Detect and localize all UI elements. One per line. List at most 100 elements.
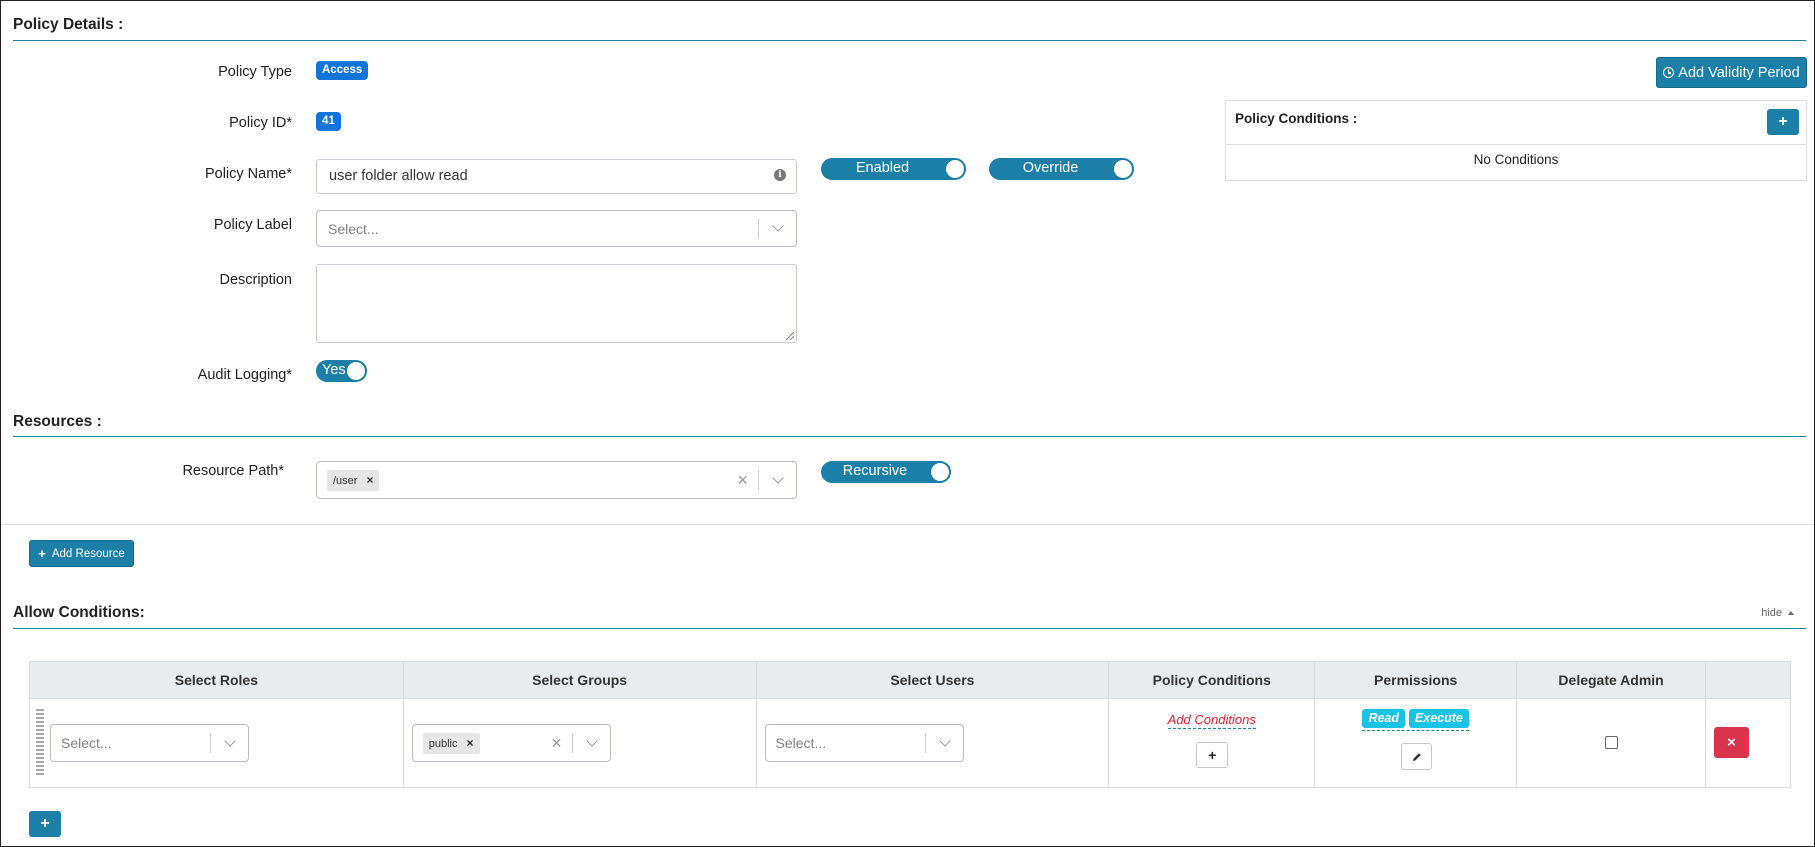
delete-row-button[interactable]: × <box>1714 727 1750 758</box>
add-validity-period-button[interactable]: Add Validity Period <box>1656 57 1807 88</box>
select-separator <box>571 733 573 753</box>
plus-icon: + <box>1208 747 1217 763</box>
add-policy-condition-button[interactable]: + <box>1767 109 1799 135</box>
users-placeholder: Select... <box>775 735 827 751</box>
policy-conditions-panel: Policy Conditions : + No Conditions <box>1225 100 1807 181</box>
enabled-toggle[interactable]: Enabled <box>821 158 966 180</box>
select-separator <box>210 733 211 753</box>
edit-permissions-button[interactable] <box>1401 743 1433 770</box>
column-header-roles: Select Roles <box>29 661 404 699</box>
add-validity-period-label: Add Validity Period <box>1678 64 1800 81</box>
policy-type-label: Policy Type <box>218 64 292 80</box>
column-header-policy-conditions: Policy Conditions <box>1108 661 1316 699</box>
allow-conditions-divider <box>13 628 1806 629</box>
enabled-toggle-label: Enabled <box>855 160 910 176</box>
delegate-admin-cell <box>1516 698 1707 788</box>
add-condition-button[interactable]: + <box>1196 742 1229 768</box>
allow-conditions-table: Select Roles Select Groups Select Users … <box>29 661 1791 788</box>
no-conditions-text: No Conditions <box>1473 152 1559 167</box>
clear-icon[interactable]: × <box>551 734 562 752</box>
group-chip-label: public <box>428 738 458 750</box>
override-toggle-label: Override <box>1022 160 1079 176</box>
resources-bottom-divider <box>1 524 1814 525</box>
chevron-down-icon[interactable] <box>772 220 784 232</box>
audit-logging-toggle[interactable]: Yes <box>316 360 367 382</box>
table-row: Select... public × × Select... Add Condi… <box>29 698 1791 788</box>
times-icon: × <box>1727 734 1736 751</box>
groups-cell: public × × <box>402 698 757 788</box>
chevron-down-icon[interactable] <box>772 472 784 484</box>
add-row-button[interactable]: + <box>29 811 61 837</box>
times-icon[interactable]: × <box>366 473 373 487</box>
column-header-delegate-admin: Delegate Admin <box>1516 661 1707 699</box>
toggle-knob <box>1114 160 1132 178</box>
audit-logging-toggle-label: Yes <box>322 362 346 378</box>
info-circle-icon: i <box>774 169 786 181</box>
delegate-admin-checkbox[interactable] <box>1604 735 1618 749</box>
groups-select[interactable]: public × × <box>411 724 611 762</box>
chevron-down-icon[interactable] <box>938 735 951 747</box>
clock-icon <box>1663 67 1675 78</box>
policy-name-input[interactable]: user folder allow read i <box>316 159 797 194</box>
plus-icon: + <box>40 815 50 832</box>
roles-placeholder: Select... <box>61 735 112 751</box>
recursive-toggle-label: Recursive <box>842 463 908 479</box>
policy-label-select[interactable]: Select... <box>316 210 797 247</box>
column-header-permissions: Permissions <box>1314 661 1518 699</box>
column-header-actions <box>1705 661 1791 699</box>
resize-grip-icon[interactable] <box>786 332 794 340</box>
hide-toggle-link[interactable]: hide <box>1761 607 1794 619</box>
column-header-users: Select Users <box>755 661 1110 699</box>
resources-divider <box>13 436 1806 437</box>
add-resource-label: Add Resource <box>51 547 125 560</box>
policy-conditions-cell: Add Conditions + <box>1108 698 1316 788</box>
drag-handle-icon[interactable] <box>40 709 44 777</box>
hide-label: hide <box>1761 607 1782 619</box>
override-toggle[interactable]: Override <box>989 158 1134 180</box>
select-separator <box>924 733 926 753</box>
description-textarea[interactable] <box>316 264 797 343</box>
policy-conditions-header: Policy Conditions : + <box>1226 101 1806 145</box>
users-cell: Select... <box>755 698 1110 788</box>
select-separator <box>758 219 759 238</box>
policy-name-value: user folder allow read <box>329 168 468 184</box>
policy-label-placeholder: Select... <box>328 221 379 237</box>
resource-path-select[interactable]: /user × × <box>316 461 797 499</box>
resource-path-chip-label: /user <box>333 475 358 487</box>
chevron-down-icon[interactable] <box>586 735 598 747</box>
permission-tag-execute: Execute <box>1408 709 1469 728</box>
row-actions-cell: × <box>1705 698 1791 788</box>
select-separator <box>758 470 759 490</box>
permission-tag-read: Read <box>1362 709 1406 728</box>
audit-logging-label: Audit Logging* <box>197 367 292 383</box>
policy-conditions-title: Policy Conditions : <box>1235 111 1358 126</box>
column-header-groups: Select Groups <box>402 661 757 699</box>
resource-path-label: Resource Path* <box>182 463 284 479</box>
policy-label-label: Policy Label <box>213 217 292 233</box>
plus-icon: + <box>1778 113 1788 130</box>
toggle-knob <box>946 160 964 178</box>
allow-conditions-title: Allow Conditions: <box>13 604 145 621</box>
policy-id-label: Policy ID* <box>229 115 292 131</box>
permissions-tags[interactable]: Read Execute <box>1362 709 1469 731</box>
roles-select[interactable]: Select... <box>50 724 249 762</box>
times-icon[interactable]: × <box>467 736 474 750</box>
policy-type-badge: Access <box>316 61 369 80</box>
policy-details-divider <box>13 40 1806 41</box>
toggle-knob <box>347 362 365 380</box>
users-select[interactable]: Select... <box>764 724 964 762</box>
chevron-down-icon[interactable] <box>224 735 236 747</box>
roles-cell: Select... <box>29 698 404 788</box>
policy-details-title: Policy Details : <box>13 16 124 33</box>
recursive-toggle[interactable]: Recursive <box>821 461 951 483</box>
policy-name-label: Policy Name* <box>204 166 292 182</box>
clear-icon[interactable]: × <box>737 471 748 489</box>
resource-path-chip: /user × <box>327 470 380 491</box>
plus-icon: + <box>38 546 46 561</box>
add-resource-button[interactable]: + Add Resource <box>29 540 134 567</box>
add-conditions-link[interactable]: Add Conditions <box>1167 712 1256 729</box>
policy-id-badge: 41 <box>316 112 341 131</box>
resources-title: Resources : <box>13 413 102 430</box>
toggle-knob <box>931 463 949 481</box>
caret-up-icon <box>1788 611 1794 615</box>
